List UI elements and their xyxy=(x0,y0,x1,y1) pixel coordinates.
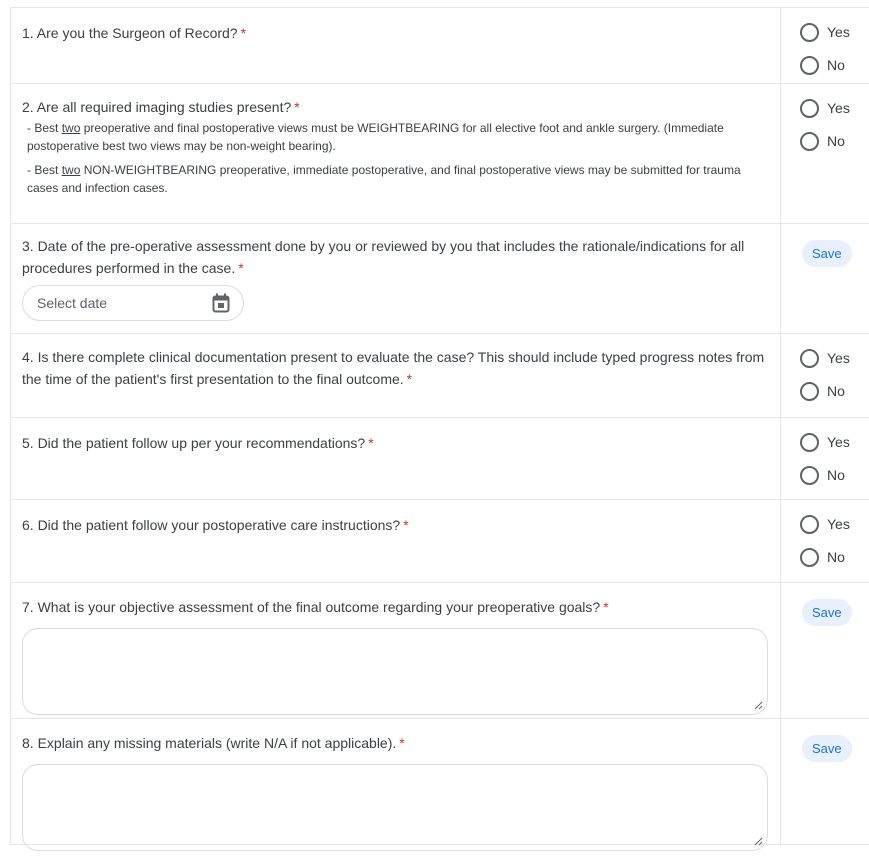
radio-circle-icon[interactable] xyxy=(800,381,819,401)
date-picker[interactable]: Select date xyxy=(22,285,244,321)
question-row-7: 7. What is your objective assessment of … xyxy=(10,582,869,718)
radio-no[interactable]: No xyxy=(800,463,869,487)
radio-label: No xyxy=(827,467,845,483)
radio-circle-icon[interactable] xyxy=(800,465,819,485)
review-form: 1. Are you the Surgeon of Record? * Yes N… xyxy=(10,7,869,851)
save-button[interactable]: Save xyxy=(802,599,852,626)
radio-yes[interactable]: Yes xyxy=(800,346,869,370)
imaging-note: - Best two NON-WEIGHTBEARING preoperativ… xyxy=(27,163,741,195)
answer-cell: Save xyxy=(781,583,869,718)
radio-label: No xyxy=(827,57,845,73)
question-cell: 2. Are all required imaging studies pres… xyxy=(11,84,781,223)
required-marker: * xyxy=(406,371,413,387)
date-placeholder: Select date xyxy=(37,295,108,311)
question-text: 5. Did the patient follow up per your re… xyxy=(22,435,366,451)
radio-circle-icon[interactable] xyxy=(800,98,819,118)
radio-yes[interactable]: Yes xyxy=(800,96,869,120)
radio-circle-icon[interactable] xyxy=(800,547,819,567)
resize-grip-icon[interactable] xyxy=(754,701,763,710)
required-marker: * xyxy=(294,99,300,115)
radio-circle-icon[interactable] xyxy=(800,55,819,75)
question-row-6: 6. Did the patient follow your postopera… xyxy=(10,499,869,582)
question-cell: 3. Date of the pre-operative assessment … xyxy=(11,224,781,333)
imaging-note: - Best two preoperative and final postop… xyxy=(27,121,724,153)
question-text: 6. Did the patient follow your postopera… xyxy=(22,517,401,533)
calendar-icon[interactable] xyxy=(211,293,231,313)
answer-cell: Yes No xyxy=(781,418,869,499)
question-row-4: 4. Is there complete clinical documentat… xyxy=(10,333,869,417)
radio-label: No xyxy=(827,549,845,565)
radio-label: No xyxy=(827,133,845,149)
question-row-2: 2. Are all required imaging studies pres… xyxy=(10,83,869,223)
question-row-5: 5. Did the patient follow up per your re… xyxy=(10,417,869,499)
resize-grip-icon[interactable] xyxy=(754,837,763,846)
required-marker: * xyxy=(603,599,609,615)
question-text: 8. Explain any missing materials (write … xyxy=(22,735,397,751)
question-row-8: 8. Explain any missing materials (write … xyxy=(10,718,869,851)
answer-cell: Yes No xyxy=(781,8,869,83)
radio-label: Yes xyxy=(827,516,850,532)
answer-cell: Yes No xyxy=(781,84,869,223)
required-marker: * xyxy=(399,735,405,751)
question-row-3: 3. Date of the pre-operative assessment … xyxy=(10,223,869,333)
answer-cell: Yes No xyxy=(781,500,869,582)
missing-materials-textarea[interactable] xyxy=(22,764,768,851)
radio-yes[interactable]: Yes xyxy=(800,430,869,454)
radio-label: Yes xyxy=(827,100,850,116)
radio-circle-icon[interactable] xyxy=(800,22,819,42)
question-cell: 1. Are you the Surgeon of Record? * xyxy=(11,8,781,83)
required-marker: * xyxy=(240,25,247,41)
radio-no[interactable]: No xyxy=(800,129,869,153)
question-text: 7. What is your objective assessment of … xyxy=(22,599,601,615)
radio-label: Yes xyxy=(827,24,850,40)
radio-no[interactable]: No xyxy=(800,53,869,77)
answer-cell: Save xyxy=(781,224,869,333)
radio-yes[interactable]: Yes xyxy=(800,512,869,536)
required-marker: * xyxy=(238,260,244,276)
question-text: 2. Are all required imaging studies pres… xyxy=(22,99,292,115)
radio-yes[interactable]: Yes xyxy=(800,20,869,44)
question-text: 1. Are you the Surgeon of Record? xyxy=(22,25,238,41)
answer-cell: Save xyxy=(781,719,869,844)
question-cell: 7. What is your objective assessment of … xyxy=(11,583,781,718)
radio-label: Yes xyxy=(827,350,850,366)
save-button[interactable]: Save xyxy=(802,240,852,267)
radio-label: No xyxy=(827,383,845,399)
radio-circle-icon[interactable] xyxy=(800,432,819,452)
save-button[interactable]: Save xyxy=(802,735,852,762)
question-cell: 6. Did the patient follow your postopera… xyxy=(11,500,781,582)
answer-cell: Yes No xyxy=(781,334,869,417)
question-text: 4. Is there complete clinical documentat… xyxy=(22,349,765,387)
radio-circle-icon[interactable] xyxy=(800,131,819,151)
question-text: 3. Date of the pre-operative assessment … xyxy=(22,238,745,276)
radio-label: Yes xyxy=(827,434,850,450)
radio-no[interactable]: No xyxy=(800,545,869,569)
question-cell: 8. Explain any missing materials (write … xyxy=(11,719,781,851)
imaging-notes: - Best two preoperative and final postop… xyxy=(27,119,770,197)
required-marker: * xyxy=(403,517,409,533)
radio-no[interactable]: No xyxy=(800,379,869,403)
outcome-assessment-textarea[interactable] xyxy=(22,628,768,715)
question-cell: 4. Is there complete clinical documentat… xyxy=(11,334,781,417)
required-marker: * xyxy=(368,435,374,451)
radio-circle-icon[interactable] xyxy=(800,348,819,368)
question-row-1: 1. Are you the Surgeon of Record? * Yes N… xyxy=(10,7,869,83)
radio-circle-icon[interactable] xyxy=(800,514,819,534)
question-cell: 5. Did the patient follow up per your re… xyxy=(11,418,781,499)
